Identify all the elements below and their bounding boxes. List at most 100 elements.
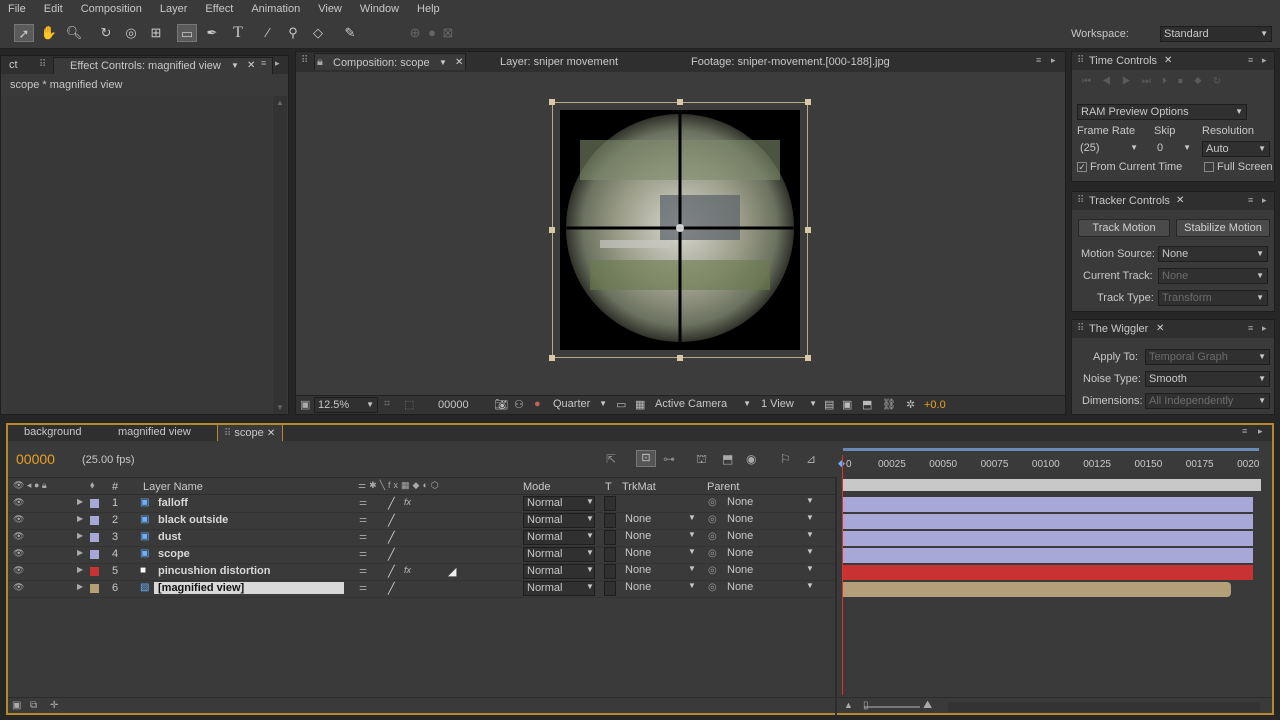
safe-zones-icon[interactable]: ⌗ [384,398,390,411]
grip-icon[interactable]: ⠿ [301,55,308,66]
time-controls-title[interactable]: Time Controls [1089,55,1157,67]
mode-select[interactable]: Normal ▼ [523,530,595,545]
skip-select[interactable]: 0 ▼ [1154,141,1194,157]
mode-select[interactable]: Normal ▼ [523,564,595,579]
eye-icon[interactable]: 👁︎ [13,582,24,593]
menu-file[interactable]: File [8,3,26,15]
shy-switch-icon[interactable]: ⚌ [359,531,367,542]
preserve-transparency-toggle[interactable] [604,513,616,528]
eraser-tool-icon[interactable]: ◇ [308,24,328,42]
rectangle-mask-tool-icon[interactable]: ▭ [177,24,197,42]
reset-exposure-icon[interactable]: ✲ [906,398,915,411]
mode-select[interactable]: Normal ▼ [523,581,595,596]
parent-select[interactable]: None ▼ [724,581,816,596]
eye-icon[interactable]: 👁︎ [13,497,24,508]
toggle-modes-icon[interactable]: ⧉ [30,700,37,711]
work-area-region[interactable] [843,479,1261,491]
lock-icon[interactable]: 🔒︎ [317,54,323,70]
layer-duration-bar[interactable] [843,582,1231,597]
grip-icon[interactable]: ⠿ [1077,195,1084,206]
menu-view[interactable]: View [318,3,342,15]
layer-duration-bar[interactable] [843,531,1253,546]
transform-handle[interactable] [805,99,811,105]
channel-icon[interactable]: ● [534,398,541,410]
layer-row[interactable]: 👁︎ ▶ 2 ▣ black outside ⚌ ╱ Normal ▼ None ▼ ◎ None ▼ [8,513,836,530]
layer-row[interactable]: 👁︎ ▶ 5 ■ pincushion distortion ⚌ ╱ fx ◢ Normal ▼ No… [8,564,836,581]
timeline-divider[interactable] [835,477,837,715]
snapshot-icon[interactable]: 📷︎ [494,398,508,411]
layer-name[interactable]: falloff [158,497,188,509]
shy-switch-icon[interactable]: ⚌ [359,514,367,525]
zoom-select[interactable]: 12.5% ▼ [314,397,378,413]
trkmat-select[interactable]: None ▼ [622,513,698,528]
quality-switch-icon[interactable]: ╱ [388,514,395,527]
parent-select[interactable]: None ▼ [724,496,816,511]
shy-switch-icon[interactable]: ⚌ [359,548,367,559]
label-color-swatch[interactable] [90,550,99,559]
close-icon[interactable]: ✕ [455,55,463,71]
twirl-arrow-icon[interactable]: ▶ [77,565,83,574]
transform-handle[interactable] [549,99,555,105]
exposure-value[interactable]: +0.0 [924,399,946,411]
preserve-transparency-toggle[interactable] [604,564,616,579]
track-motion-button[interactable]: Track Motion [1078,219,1170,237]
quality-switch-icon[interactable]: ╱ [388,565,395,578]
menu-edit[interactable]: Edit [44,3,63,15]
motion-blur-icon[interactable]: ⬒ [722,452,733,466]
timeline-icon[interactable]: ⬒ [862,398,872,411]
transform-handle[interactable] [549,355,555,361]
time-ruler[interactable]: ◆ 0 000250005000075001000012500150001750… [838,448,1270,473]
quality-switch-icon[interactable]: ╱ [388,531,395,544]
motion-source-select[interactable]: None ▼ [1158,246,1268,262]
menu-window[interactable]: Window [360,3,399,15]
region-of-interest-icon[interactable]: ▭ [616,398,626,411]
selection-tool-icon[interactable]: ➚ [14,24,34,42]
toggle-pixel-aspect-icon[interactable]: ▤ [824,398,834,411]
panel-menu-icon[interactable]: ≡ [1248,55,1253,65]
current-track-select[interactable]: None ▼ [1158,268,1268,284]
chevron-down-icon[interactable]: ▼ [439,55,447,71]
resolution-select[interactable]: Quarter ▼ [550,397,610,413]
quality-switch-icon[interactable]: ╱ [388,582,395,595]
noise-type-select[interactable]: Smooth ▼ [1145,371,1270,387]
hide-shy-layers-icon[interactable]: ⊶ [663,452,675,466]
layer-name[interactable]: pincushion distortion [158,565,270,577]
panel-menu-icon[interactable]: ≡ [1242,426,1247,436]
layer-name[interactable]: scope [158,548,190,560]
show-snapshot-icon[interactable]: ⚇ [514,398,524,411]
twirl-arrow-icon[interactable]: ▶ [77,497,83,506]
chevron-down-icon[interactable]: ▼ [231,58,239,74]
from-current-time-checkbox[interactable]: ✓ [1077,162,1087,172]
layer-duration-bar[interactable] [843,497,1253,512]
twirl-arrow-icon[interactable]: ▶ [77,531,83,540]
zoom-tool-icon[interactable]: 🔍︎ [64,24,84,42]
pick-whip-icon[interactable]: ◎ [708,565,717,576]
track-type-select[interactable]: Transform ▼ [1158,290,1268,306]
mask-visibility-icon[interactable]: ⬚ [404,398,414,411]
tab-composition[interactable]: 🔒︎ Composition: scope ▼ ✕ [314,53,466,70]
frame-rate-select[interactable]: (25) ▼ [1077,141,1141,157]
parent-select[interactable]: None ▼ [724,564,816,579]
mode-select[interactable]: Normal ▼ [523,496,595,511]
resolution-select[interactable]: Auto ▼ [1202,141,1270,157]
current-time-display[interactable]: 00000 [438,399,469,411]
transform-handle[interactable] [677,355,683,361]
scroll-down-icon[interactable]: ▼ [276,403,284,412]
menu-animation[interactable]: Animation [251,3,300,15]
current-time-indicator[interactable] [842,455,843,695]
panel-flyout-icon[interactable]: ▸ [275,58,280,69]
orbit-camera-tool-icon[interactable]: ◎ [121,24,141,42]
transform-handle[interactable] [805,227,811,233]
label-color-swatch[interactable] [90,567,99,576]
transparency-grid-icon[interactable]: ▦ [635,398,645,411]
zoom-out-icon[interactable]: ▲ [844,700,853,710]
shy-switch-icon[interactable]: ⚌ [359,582,367,593]
mode-select[interactable]: Normal ▼ [523,513,595,528]
adjustment-layer-icon[interactable]: ◢ [448,565,456,578]
close-icon[interactable]: ✕ [1164,55,1172,66]
workspace-select[interactable]: Standard ▼ [1160,26,1272,42]
work-area-bar[interactable] [843,448,1259,451]
composition-canvas[interactable] [560,110,800,350]
tab-scope[interactable]: ⠿ scope ✕ [217,424,283,441]
effect-switch-icon[interactable]: fx [404,497,411,507]
